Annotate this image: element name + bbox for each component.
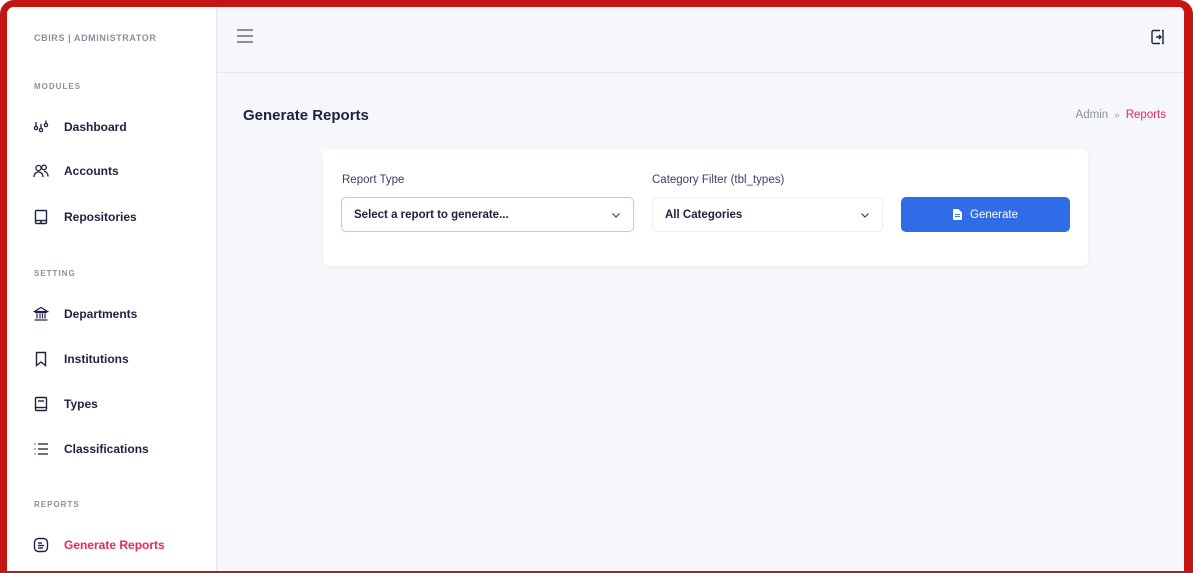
chevron-down-icon [612, 212, 620, 218]
sidebar-item-repositories[interactable]: Repositories [33, 204, 208, 230]
report-icon [33, 537, 49, 553]
breadcrumb-current: Reports [1125, 109, 1166, 121]
list-icon [33, 441, 49, 457]
breadcrumb: Admin » Reports [1076, 109, 1166, 121]
sidebar-item-accounts[interactable]: Accounts [33, 158, 208, 184]
tablet-icon [33, 209, 49, 225]
sidebar-item-label: Repositories [64, 210, 137, 224]
report-type-label: Report Type [342, 174, 405, 186]
sidebar-item-institutions[interactable]: Institutions [33, 346, 208, 372]
section-label-reports: REPORTS [34, 500, 80, 509]
report-form-card: Report Type Select a report to generate.… [323, 149, 1088, 266]
users-icon [33, 163, 49, 179]
menu-icon[interactable] [236, 27, 254, 45]
sidebar-item-label: Types [64, 397, 98, 411]
report-type-value: Select a report to generate... [354, 208, 509, 221]
category-filter-select[interactable]: All Categories [652, 197, 883, 232]
report-type-select[interactable]: Select a report to generate... [341, 197, 634, 232]
section-label-setting: SETTING [34, 269, 76, 278]
sidebar-item-label: Classifications [64, 442, 149, 456]
topbar [217, 7, 1184, 73]
sidebar-item-dashboard[interactable]: Dashboard [33, 114, 208, 140]
book-icon [33, 396, 49, 412]
bank-icon [33, 306, 49, 322]
generate-button-label: Generate [970, 208, 1018, 221]
sidebar-item-generate-reports[interactable]: Generate Reports [33, 532, 208, 558]
sidebar-item-label: Institutions [64, 352, 129, 366]
breadcrumb-root[interactable]: Admin [1076, 109, 1109, 121]
generate-button[interactable]: Generate [901, 197, 1070, 232]
sidebar: CBIRS | ADMINISTRATOR MODULES Dashboard … [7, 7, 217, 571]
sidebar-item-label: Departments [64, 307, 138, 321]
chevron-down-icon [861, 212, 869, 218]
logout-icon[interactable] [1150, 28, 1166, 46]
app-frame: CBIRS | ADMINISTRATOR MODULES Dashboard … [0, 0, 1193, 573]
page-title: Generate Reports [243, 107, 369, 124]
bookmark-icon [33, 351, 49, 367]
sidebar-item-types[interactable]: Types [33, 391, 208, 417]
category-filter-value: All Categories [665, 208, 743, 221]
breadcrumb-separator: » [1114, 109, 1120, 121]
main-content: Generate Reports Admin » Reports Report … [217, 7, 1184, 571]
sidebar-item-classifications[interactable]: Classifications [33, 436, 208, 462]
brand-label: CBIRS | ADMINISTRATOR [34, 33, 157, 43]
sidebar-item-label: Accounts [64, 164, 119, 178]
dashboard-icon [33, 119, 49, 135]
sidebar-item-label: Dashboard [64, 120, 127, 134]
section-label-modules: MODULES [34, 82, 81, 91]
category-filter-label: Category Filter (tbl_types) [652, 174, 785, 186]
sidebar-item-departments[interactable]: Departments [33, 301, 208, 327]
sidebar-item-label: Generate Reports [64, 538, 165, 552]
document-icon [953, 209, 963, 220]
